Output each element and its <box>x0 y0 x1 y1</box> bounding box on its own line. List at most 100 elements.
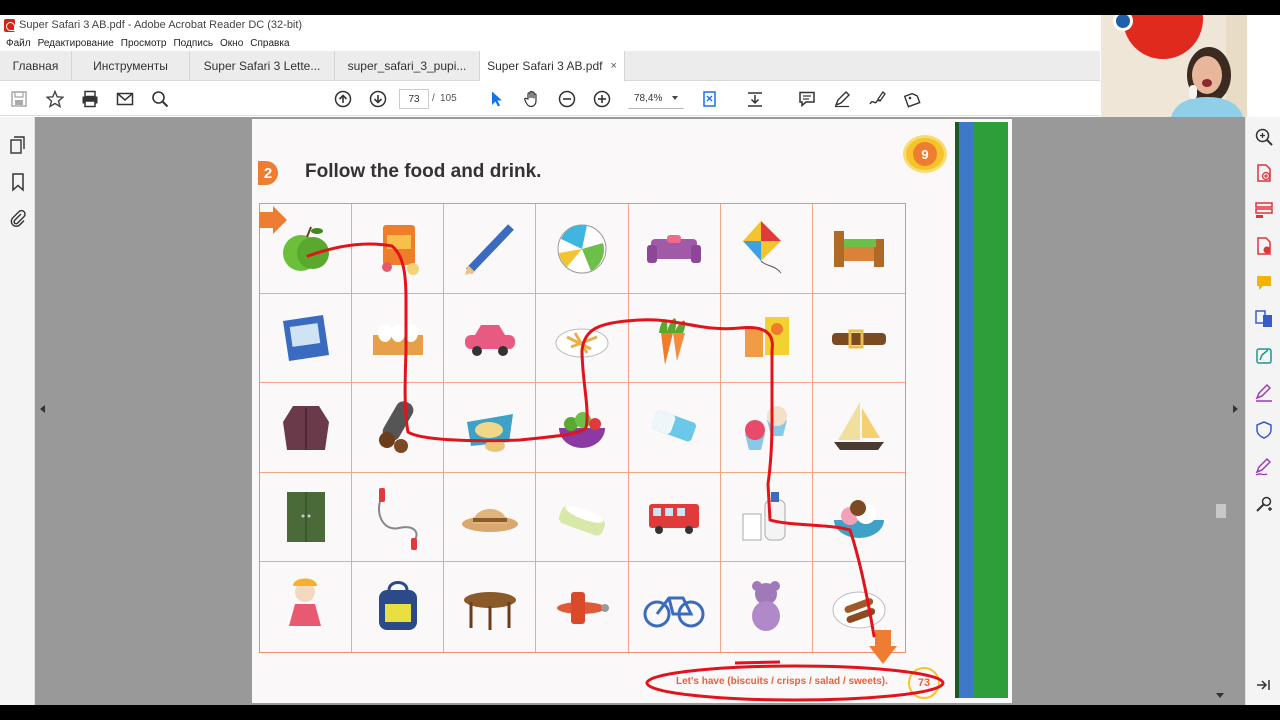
attachment-icon[interactable] <box>8 208 28 228</box>
tab-home[interactable]: Главная <box>0 51 72 81</box>
pencil-icon <box>464 224 514 276</box>
fill-sign-icon[interactable] <box>903 90 921 108</box>
grid-cell <box>536 204 629 294</box>
exercise-title: Follow the food and drink. <box>305 161 542 182</box>
book-icon <box>282 314 329 361</box>
title-bar: Super Safari 3 AB.pdf - Adobe Acrobat Re… <box>0 15 1280 35</box>
menu-sign[interactable]: Подпись <box>171 38 218 49</box>
zoom-select[interactable]: 78,4% <box>628 89 684 109</box>
grid-cell <box>260 293 353 384</box>
request-signature-icon[interactable] <box>1254 457 1274 477</box>
tab-label: super_safari_3_pupi... <box>347 59 467 73</box>
crisps-bag-icon <box>381 225 419 276</box>
menu-bar: Файл Редактирование Просмотр Подпись Окн… <box>0 35 295 51</box>
collapse-left-panel-icon[interactable] <box>40 405 45 413</box>
edit-pdf-icon[interactable] <box>1254 346 1274 366</box>
grid-cell <box>260 562 353 652</box>
fill-and-sign-icon[interactable] <box>1254 383 1274 403</box>
grid-cell <box>628 383 721 473</box>
tab-document-ab[interactable]: Super Safari 3 AB.pdf × <box>480 51 625 82</box>
comment-icon[interactable] <box>798 90 816 108</box>
window-title: Super Safari 3 AB.pdf - Adobe Acrobat Re… <box>19 19 303 31</box>
tab-document-letters[interactable]: Super Safari 3 Lette... <box>190 51 335 81</box>
page-down-icon[interactable] <box>369 90 387 108</box>
page-number-badge: 73 <box>908 667 940 699</box>
combine-files-icon[interactable] <box>1254 309 1274 329</box>
bath-icon <box>558 506 605 536</box>
wardrobe-icon <box>286 492 325 543</box>
search-icon[interactable] <box>151 90 169 108</box>
grid-cell <box>536 293 629 384</box>
zoom-out-icon[interactable] <box>558 90 576 108</box>
select-cursor-icon[interactable] <box>488 90 506 108</box>
acrobat-logo-icon <box>4 18 15 32</box>
print-icon[interactable] <box>81 90 99 108</box>
eggs-icon <box>372 323 423 355</box>
zoom-search-icon[interactable] <box>1254 127 1274 147</box>
collapse-right-panel-icon[interactable] <box>1233 405 1238 413</box>
juice-icon <box>745 316 790 357</box>
comment-tool-icon[interactable] <box>1254 273 1274 293</box>
protect-shield-icon[interactable] <box>1254 420 1274 440</box>
tab-document-pupils[interactable]: super_safari_3_pupi... <box>335 51 480 81</box>
tab-close-icon[interactable]: × <box>610 60 616 72</box>
right-tools-rail <box>1245 117 1280 705</box>
bookmark-icon[interactable] <box>8 172 28 192</box>
menu-view[interactable]: Просмотр <box>119 38 172 49</box>
star-icon[interactable] <box>46 90 64 108</box>
expand-panel-icon[interactable] <box>1254 675 1274 695</box>
sandwich-icon <box>466 414 513 453</box>
menu-window[interactable]: Окно <box>218 38 248 49</box>
highlight-pen-icon[interactable] <box>833 90 851 108</box>
belt-icon <box>831 329 886 349</box>
page-separator: / <box>432 93 435 104</box>
kite-icon <box>743 221 782 274</box>
sign-icon[interactable] <box>868 90 886 108</box>
grid-cell <box>352 204 445 294</box>
page-up-icon[interactable] <box>334 90 352 108</box>
menu-edit[interactable]: Редактирование <box>36 38 119 49</box>
car-icon <box>464 324 515 356</box>
save-icon[interactable] <box>10 90 28 108</box>
grid-cell <box>629 562 721 652</box>
grid-cell <box>260 383 353 473</box>
grid-cell <box>352 472 445 563</box>
email-icon[interactable] <box>116 90 134 108</box>
fit-page-icon[interactable] <box>701 90 719 108</box>
menu-help[interactable]: Справка <box>248 38 294 49</box>
zoom-in-icon[interactable] <box>593 90 611 108</box>
chocolate-icon <box>378 401 414 454</box>
hand-tool-icon[interactable] <box>523 90 541 108</box>
tab-tools[interactable]: Инструменты <box>72 51 190 81</box>
grid-cell <box>444 383 537 473</box>
create-pdf-icon[interactable] <box>1254 163 1274 183</box>
footer-sentence: Let's have (biscuits / crisps / salad / … <box>676 676 888 687</box>
export-pdf-icon[interactable] <box>1254 236 1274 256</box>
menu-file[interactable]: Файл <box>4 38 36 49</box>
grid-cell <box>444 472 537 563</box>
doll-icon <box>288 578 321 627</box>
tab-label: Super Safari 3 AB.pdf <box>487 59 603 73</box>
grid-cell <box>352 383 445 473</box>
grid-cell <box>628 293 721 384</box>
coat-icon <box>282 406 329 451</box>
page-number-input[interactable]: 73 <box>399 89 429 109</box>
main-toolbar: 73 / 105 78,4% <box>0 82 1100 116</box>
vertical-scrollbar-thumb[interactable] <box>1216 504 1226 518</box>
grid-cell <box>260 472 353 563</box>
sofa-icon <box>647 235 702 264</box>
grid-cell <box>720 293 813 384</box>
organize-pages-icon[interactable] <box>1254 200 1274 220</box>
grid-cell <box>721 562 813 652</box>
scroll-down-icon[interactable] <box>1216 693 1224 698</box>
scroll-mode-icon[interactable] <box>746 90 764 108</box>
grid-cell <box>444 204 537 294</box>
page-total: 105 <box>440 93 457 104</box>
grid-cell <box>720 383 813 473</box>
page-thumbnails-icon[interactable] <box>8 135 28 155</box>
salad-icon <box>558 412 605 449</box>
grid-cell <box>444 562 537 652</box>
more-tools-icon[interactable] <box>1254 494 1274 514</box>
end-arrow-icon <box>869 630 897 664</box>
grid-cell <box>812 294 905 384</box>
